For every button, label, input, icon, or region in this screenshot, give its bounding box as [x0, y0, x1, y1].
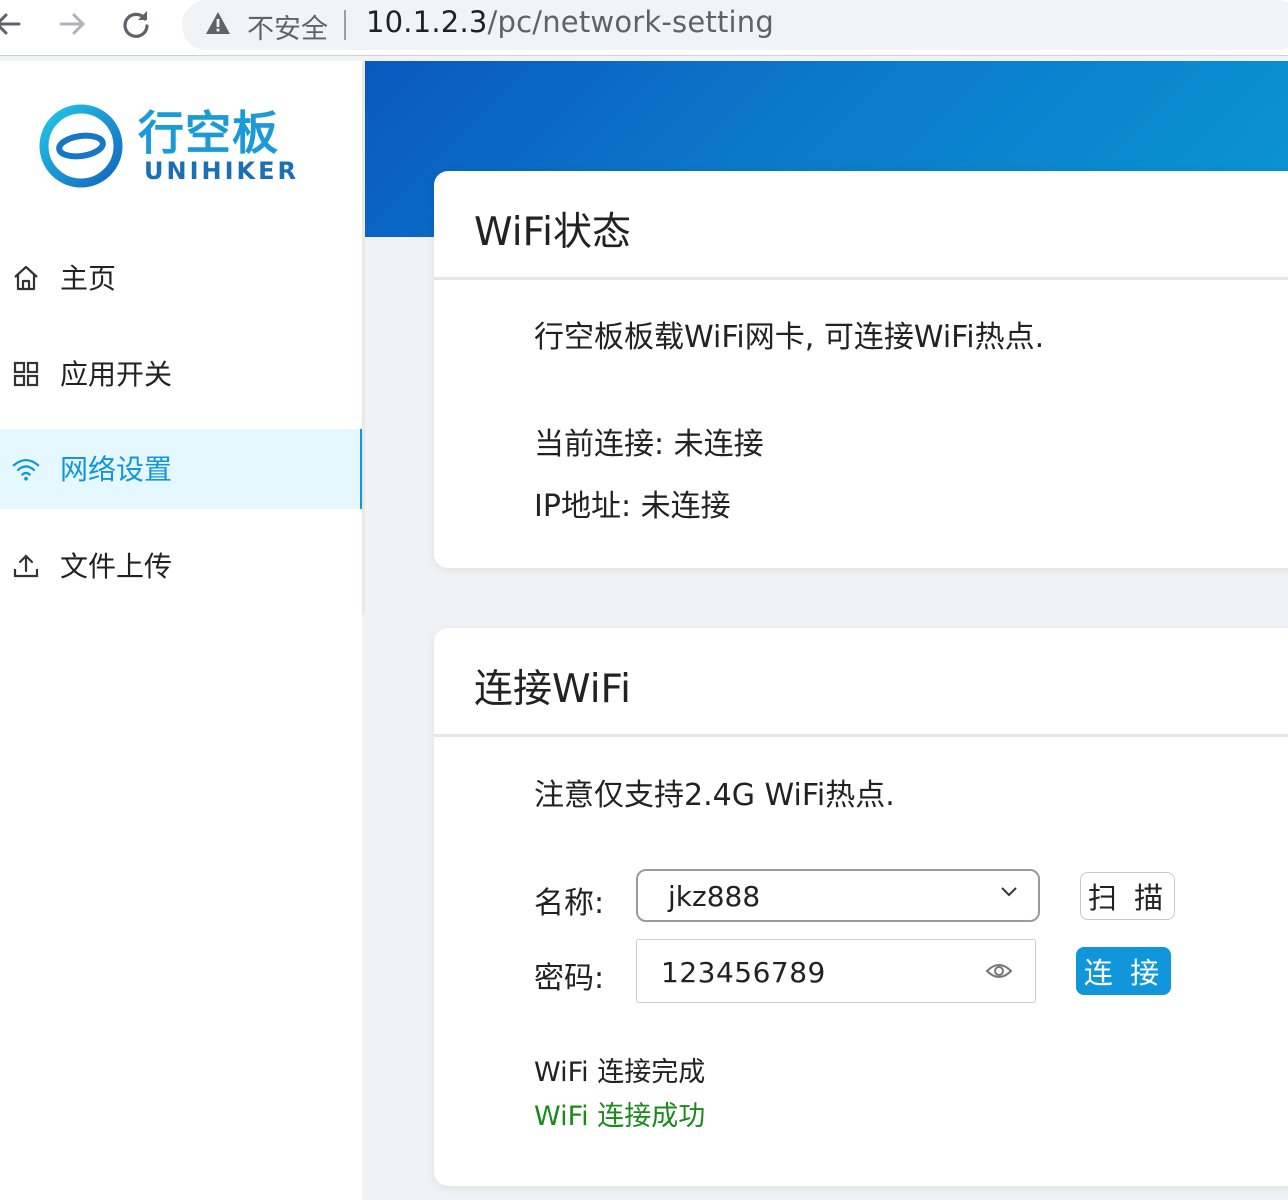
url-host: 10.1.2.3 [366, 5, 488, 39]
wifi-description: 行空板板载WiFi网卡, 可连接WiFi热点. [534, 320, 1045, 355]
sidebar-item-apps[interactable]: 应用开关 [0, 334, 362, 414]
ssid-select[interactable]: jkz888 [636, 869, 1040, 922]
browser-toolbar: 不安全 10.1.2.3/pc/network-setting [0, 0, 1288, 56]
ssid-label: 名称: [534, 886, 605, 921]
card-divider [434, 277, 1288, 280]
card-title: 连接WiFi [474, 667, 631, 712]
logo-text-en: UNIHIKER [144, 157, 299, 185]
sidebar-item-home[interactable]: 主页 [0, 238, 362, 318]
unihiker-logo-icon [39, 104, 123, 188]
wifi-icon [12, 455, 40, 483]
sidebar-item-label: 文件上传 [60, 550, 173, 583]
connect-wifi-card: 连接WiFi 注意仅支持2.4G WiFi热点. 名称: jkz888 扫 描 … [434, 628, 1288, 1186]
back-button[interactable] [0, 6, 30, 42]
wifi-status-card: WiFi状态 行空板板载WiFi网卡, 可连接WiFi热点. 当前连接: 未连接… [434, 171, 1288, 568]
ip-address: IP地址: 未连接 [534, 489, 731, 524]
arrow-left-icon [0, 13, 21, 35]
url-path: /pc/network-setting [487, 5, 774, 39]
card-divider [434, 734, 1288, 737]
reload-button[interactable] [114, 6, 158, 42]
forward-button[interactable] [50, 6, 94, 42]
sidebar-item-label: 网络设置 [60, 453, 173, 486]
scan-button[interactable]: 扫 描 [1080, 872, 1175, 920]
upload-icon [12, 552, 40, 580]
password-value: 123456789 [661, 956, 826, 989]
status-message: WiFi 连接完成 [534, 1057, 706, 1088]
success-message: WiFi 连接成功 [534, 1101, 706, 1132]
sidebar-item-label: 主页 [60, 262, 117, 295]
sidebar-item-label: 应用开关 [60, 358, 173, 391]
chevron-down-icon [1001, 887, 1017, 897]
address-separator [344, 10, 346, 40]
eye-icon[interactable] [985, 960, 1013, 982]
ssid-value: jkz888 [668, 880, 761, 913]
sidebar-item-network[interactable]: 网络设置 [0, 429, 364, 509]
wifi-note: 注意仅支持2.4G WiFi热点. [534, 778, 895, 813]
card-title: WiFi状态 [474, 210, 631, 255]
warning-icon [206, 12, 230, 34]
connect-button[interactable]: 连 接 [1076, 947, 1171, 995]
password-label: 密码: [534, 961, 605, 996]
reload-icon [123, 11, 149, 38]
home-icon [12, 264, 40, 292]
arrow-right-icon [59, 13, 86, 35]
logo-text-cn: 行空板 [138, 106, 279, 160]
current-connection: 当前连接: 未连接 [534, 427, 764, 462]
grid-icon [12, 360, 40, 388]
sidebar: 行空板 UNIHIKER 主页 应用开关 网络设置 文件上传 [0, 61, 364, 1200]
password-field[interactable]: 123456789 [636, 939, 1036, 1003]
logo[interactable]: 行空板 UNIHIKER [36, 99, 296, 199]
url-text[interactable]: 10.1.2.3/pc/network-setting [366, 5, 774, 39]
security-status[interactable]: 不安全 [247, 7, 328, 46]
sidebar-item-upload[interactable]: 文件上传 [0, 526, 362, 606]
